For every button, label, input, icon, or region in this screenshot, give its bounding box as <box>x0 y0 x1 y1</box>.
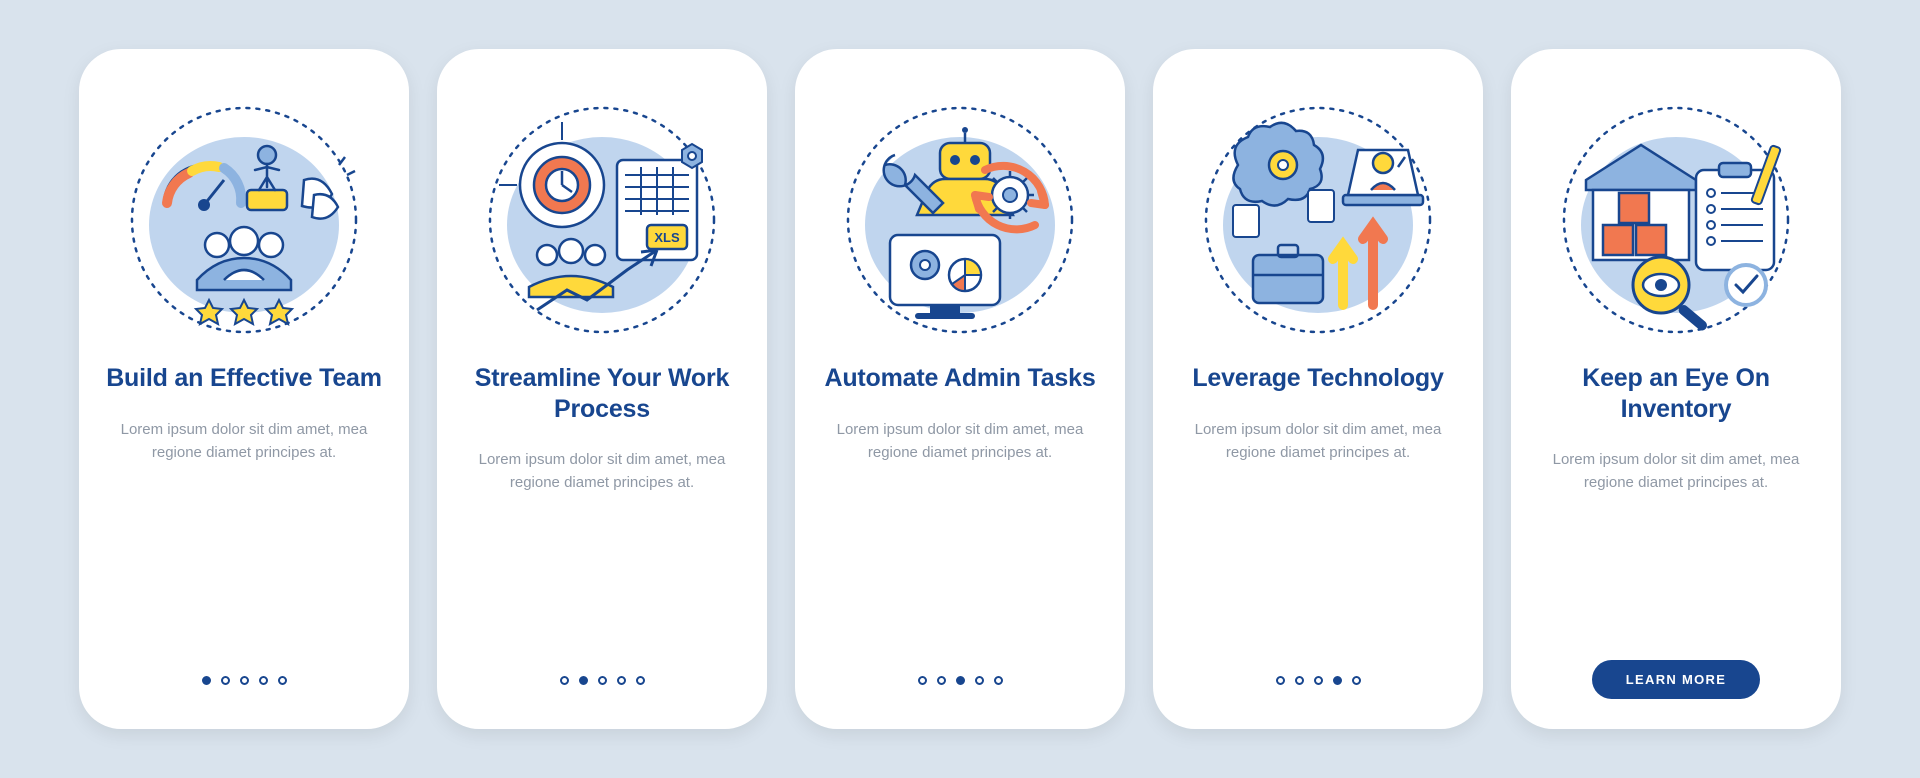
screen-description: Lorem ipsum dolor sit dim amet, mea regi… <box>472 448 732 495</box>
pagination-dot[interactable] <box>636 676 645 685</box>
pagination-dots <box>437 676 767 685</box>
pagination-dot[interactable] <box>598 676 607 685</box>
pagination-dot[interactable] <box>278 676 287 685</box>
pagination-dot[interactable] <box>937 676 946 685</box>
screen-description: Lorem ipsum dolor sit dim amet, mea regi… <box>1546 448 1806 495</box>
pagination-dot[interactable] <box>994 676 1003 685</box>
learn-more-button[interactable]: LEARN MORE <box>1592 660 1760 699</box>
onboarding-screen-2: XLS Streamline Your Work Process Lorem i… <box>437 49 767 729</box>
streamline-icon: XLS <box>477 95 727 345</box>
pagination-dot[interactable] <box>1314 676 1323 685</box>
technology-icon <box>1193 95 1443 345</box>
onboarding-row: Build an Effective Team Lorem ipsum dolo… <box>79 49 1841 729</box>
screen-title: Build an Effective Team <box>106 363 382 394</box>
team-icon <box>119 95 369 345</box>
pagination-dot[interactable] <box>1276 676 1285 685</box>
onboarding-screen-4: Leverage Technology Lorem ipsum dolor si… <box>1153 49 1483 729</box>
pagination-dot[interactable] <box>956 676 965 685</box>
inventory-icon <box>1551 95 1801 345</box>
screen-title: Automate Admin Tasks <box>824 363 1095 394</box>
pagination-dot[interactable] <box>617 676 626 685</box>
onboarding-screen-5: Keep an Eye On Inventory Lorem ipsum dol… <box>1511 49 1841 729</box>
pagination-dot[interactable] <box>975 676 984 685</box>
pagination-dot[interactable] <box>202 676 211 685</box>
screen-description: Lorem ipsum dolor sit dim amet, mea regi… <box>1188 418 1448 465</box>
svg-text:XLS: XLS <box>654 230 680 245</box>
pagination-dot[interactable] <box>240 676 249 685</box>
pagination-dot[interactable] <box>1295 676 1304 685</box>
screen-description: Lorem ipsum dolor sit dim amet, mea regi… <box>830 418 1090 465</box>
pagination-dot[interactable] <box>560 676 569 685</box>
pagination-dot[interactable] <box>918 676 927 685</box>
screen-description: Lorem ipsum dolor sit dim amet, mea regi… <box>114 418 374 465</box>
pagination-dot[interactable] <box>1333 676 1342 685</box>
screen-title: Streamline Your Work Process <box>463 363 741 424</box>
pagination-dot[interactable] <box>1352 676 1361 685</box>
screen-title: Keep an Eye On Inventory <box>1537 363 1815 424</box>
pagination-dots <box>79 676 409 685</box>
screen-title: Leverage Technology <box>1192 363 1443 394</box>
onboarding-screen-1: Build an Effective Team Lorem ipsum dolo… <box>79 49 409 729</box>
pagination-dot[interactable] <box>221 676 230 685</box>
pagination-dots <box>1153 676 1483 685</box>
onboarding-screen-3: Automate Admin Tasks Lorem ipsum dolor s… <box>795 49 1125 729</box>
automate-icon <box>835 95 1085 345</box>
pagination-dot[interactable] <box>579 676 588 685</box>
pagination-dot[interactable] <box>259 676 268 685</box>
pagination-dots <box>795 676 1125 685</box>
